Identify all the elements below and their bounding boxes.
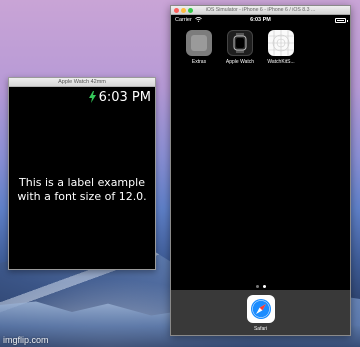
folder-icon[interactable] [186,30,212,56]
watch-window-title[interactable]: Apple Watch 42mm [9,78,155,87]
charging-bolt-icon [88,91,96,103]
page-dot [255,285,259,288]
app-extras[interactable]: Extras [184,30,214,65]
zoom-window-button[interactable] [188,8,193,13]
app-label: Apple Watch [225,59,255,65]
page-indicator[interactable] [171,285,350,288]
ios-status-bar: Carrier 6:03 PM [171,15,350,25]
watchkit-app-icon[interactable] [268,30,294,56]
ios-simulator-window[interactable]: iOS Simulator - iPhone 6 - iPhone 6 / iO… [170,5,351,336]
apple-watch-window[interactable]: Apple Watch 42mm 6:03 PM This is a label… [8,77,156,270]
compass-icon[interactable] [246,295,275,323]
watch-label-text: This is a label example with a font size… [17,176,147,203]
watch-time: 6:03 PM [98,89,151,105]
close-window-button[interactable] [174,8,179,13]
watch-status-row: 6:03 PM [88,89,151,105]
app-label: WatchKitS... [267,59,295,65]
status-time: 6:03 PM [250,17,271,23]
minimize-window-button[interactable] [181,8,186,13]
app-apple-watch[interactable]: Apple Watch [225,30,255,65]
dock: Safari [171,290,350,335]
app-safari[interactable]: Safari [246,295,276,332]
window-controls [174,8,193,13]
page-dot-active [262,285,266,288]
app-watchkit[interactable]: WatchKitS... [266,30,296,65]
battery-icon [335,18,348,23]
watermark: imgflip.com [3,335,49,345]
simulator-titlebar[interactable]: iOS Simulator - iPhone 6 - iPhone 6 / iO… [171,6,350,15]
apple-watch-icon[interactable] [227,30,253,56]
simulator-title: iOS Simulator - iPhone 6 - iPhone 6 / iO… [205,7,316,13]
home-screen-apps: Extras Apple Watch WatchKitS... [184,30,296,65]
app-label: Extras [191,59,207,65]
app-label: Safari [253,326,268,332]
